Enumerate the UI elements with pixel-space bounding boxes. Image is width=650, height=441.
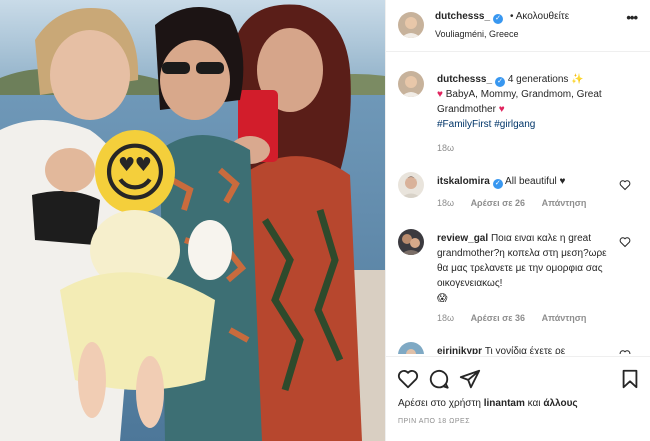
heart-eyes-emoji-icon: 😍 [101, 137, 169, 211]
family-photo-illustration [0, 0, 385, 441]
like-comment-heart-icon[interactable] [619, 179, 631, 191]
commenter-avatar[interactable] [398, 229, 424, 255]
liked-by-line: Αρέσει στο χρήστη linantam και άλλους [398, 398, 578, 409]
caption-time[interactable]: 18ω [437, 143, 454, 153]
more-options-icon[interactable]: ••• [626, 10, 638, 25]
comment-item: review_gal Ποια ειναι καλε η great grand… [386, 229, 650, 339]
comment-time[interactable]: 18ω [437, 313, 454, 323]
following-button[interactable]: Ακολουθείτε [516, 11, 569, 22]
comment-meta: 18ω Αρέσει σε 26 Απάντηση [437, 198, 600, 208]
liked-by-and: και [527, 398, 541, 409]
post-side-panel: dutchesss_ ✓ • Ακολουθείτε Vouliagméni, G… [385, 0, 650, 441]
comment-bubble-icon[interactable] [428, 368, 450, 390]
comments-list[interactable]: dutchesss_ ✓ 4 generations ✨ ♥ BabyA, Mom… [386, 53, 650, 354]
liked-by-others[interactable]: άλλους [543, 398, 577, 409]
commenter-username[interactable]: review_gal [437, 233, 488, 244]
comment-likes-count[interactable]: Αρέσει σε 26 [471, 198, 526, 208]
scream-emoji-icon: 😱 [437, 293, 448, 304]
reply-button[interactable]: Απάντηση [542, 313, 587, 323]
comment-item: itskalomira ✓ All beautiful ♥ 18ω Αρέσει … [386, 172, 650, 212]
comment-text: All beautiful ♥ [505, 176, 566, 187]
author-username[interactable]: dutchesss_ [435, 11, 490, 22]
comment-text: Τι γονίδια έχετε ρε [484, 346, 566, 354]
like-comment-heart-icon[interactable] [619, 349, 631, 354]
red-heart-icon: ♥ [498, 104, 505, 115]
share-paper-plane-icon[interactable] [459, 368, 481, 390]
post-actions: Αρέσει στο χρήστη linantam και άλλους ΠΡ… [386, 356, 650, 441]
avatar-image [398, 12, 424, 38]
baby-lace-sleeve [188, 220, 232, 280]
verified-badge-icon: ✓ [493, 14, 504, 24]
sparkle-icon: ✨ [571, 74, 584, 85]
avatar-image [398, 342, 424, 354]
red-heart-icon: ♥ [437, 89, 443, 100]
comment-body: itskalomira ✓ All beautiful ♥ [437, 174, 617, 189]
caption-body: BabyA, Mommy, Grandmom, Great Grandmothe… [437, 89, 602, 115]
avatar-image [398, 229, 424, 255]
caption-avatar[interactable] [398, 71, 424, 97]
liked-by-prefix: Αρέσει στο χρήστη [398, 398, 481, 409]
avatar-image [398, 71, 424, 97]
avatar-image [398, 172, 424, 198]
post-header: dutchesss_ ✓ • Ακολουθείτε Vouliagméni, G… [386, 0, 650, 52]
commenter-avatar[interactable] [398, 172, 424, 198]
post-photo[interactable]: 😍 [0, 0, 385, 441]
comment-item: eirinikypr Τι γονίδια έχετε ρε [386, 342, 650, 354]
avatar[interactable] [398, 12, 424, 38]
reply-button[interactable]: Απάντηση [542, 198, 587, 208]
dress-right [250, 156, 362, 441]
follow-status-row: • Ακολουθείτε [507, 11, 569, 22]
like-heart-icon[interactable] [397, 368, 419, 390]
post-caption: dutchesss_ ✓ 4 generations ✨ ♥ BabyA, Mom… [437, 72, 633, 132]
face-left [50, 30, 130, 120]
comment-meta: 18ω Αρέσει σε 36 Απάντηση [437, 313, 600, 323]
caption-line1: 4 generations [507, 74, 569, 85]
comment-likes-count[interactable]: Αρέσει σε 36 [471, 313, 526, 323]
post-age[interactable]: ΠΡΙΝ ΑΠΟ 18 ΩΡΕΣ [398, 418, 470, 425]
commenter-username[interactable]: itskalomira [437, 176, 490, 187]
comment-time[interactable]: 18ω [437, 198, 454, 208]
like-comment-heart-icon[interactable] [619, 236, 631, 248]
commenter-avatar[interactable] [398, 342, 424, 354]
save-bookmark-icon[interactable] [619, 368, 641, 390]
comment-body: eirinikypr Τι γονίδια έχετε ρε [437, 344, 617, 354]
caption-username[interactable]: dutchesss_ [437, 74, 492, 85]
commenter-username[interactable]: eirinikypr [437, 346, 482, 354]
separator-dot: • [510, 11, 514, 22]
liked-by-user[interactable]: linantam [484, 398, 525, 409]
post-location[interactable]: Vouliagméni, Greece [435, 29, 519, 39]
author-username-row: dutchesss_ ✓ [435, 11, 504, 24]
verified-badge-icon: ✓ [492, 179, 503, 189]
verified-badge-icon: ✓ [495, 77, 506, 87]
comment-body: review_gal Ποια ειναι καλε η great grand… [437, 231, 617, 306]
caption-hashtags[interactable]: #FamilyFirst #girlgang [437, 119, 535, 130]
face-middle [160, 40, 230, 120]
